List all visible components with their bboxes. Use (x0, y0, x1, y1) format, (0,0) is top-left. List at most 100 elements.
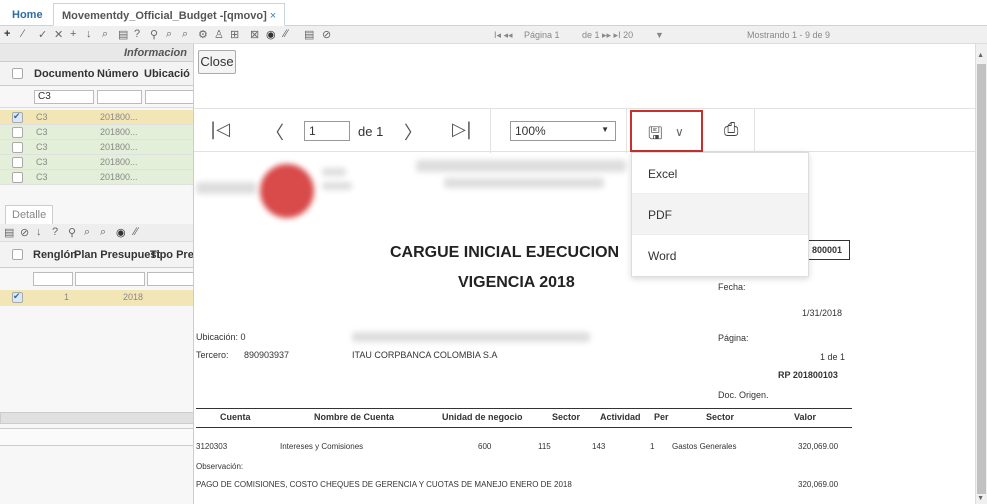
row-renglon: 1 (64, 292, 70, 302)
row-checkbox[interactable] (12, 142, 23, 153)
pager-first-prev[interactable]: I◂ ◂◂ (494, 30, 513, 41)
th-sector-2: Sector (706, 412, 735, 422)
download-icon[interactable]: ↓ (86, 28, 92, 40)
filter-renglon[interactable] (33, 272, 73, 286)
table-row[interactable]: C3 201800... (0, 110, 194, 125)
settings-icon[interactable]: ⚙ (198, 28, 208, 41)
scroll-up-icon[interactable]: ▲ (977, 52, 984, 59)
add-icon[interactable]: + (4, 28, 10, 40)
filter-documento[interactable]: C3 (34, 90, 94, 104)
col-plan-presupuesto[interactable]: Plan Presupuest (74, 249, 160, 261)
confirm-icon[interactable]: ✓ (38, 28, 47, 41)
block-icon[interactable]: ⊘ (20, 226, 29, 239)
edit-icon[interactable]: ∕ (22, 28, 24, 40)
block-icon[interactable]: ⊘ (322, 28, 331, 41)
ubicacion-label: Ubicación: 0 (196, 332, 246, 342)
page-number-input[interactable]: 1 (304, 121, 350, 141)
scrollbar-thumb[interactable] (977, 64, 986, 494)
plus-circle-icon[interactable]: ◉ (266, 28, 276, 41)
grid-icon[interactable]: ▤ (4, 226, 14, 239)
row-checkbox[interactable] (12, 157, 23, 168)
close-button[interactable]: Close (198, 50, 236, 74)
save-icon: 🖫 (648, 124, 663, 144)
left-grid-pane: Informacion Documento Número Ubicació C3… (0, 44, 194, 504)
mail-icon[interactable]: ⊠ (250, 28, 259, 41)
horizontal-scrollbar[interactable] (0, 412, 194, 424)
table-row[interactable]: C3 201800... (0, 170, 194, 185)
pin-icon[interactable]: ⊞ (230, 28, 239, 41)
row-checkbox[interactable] (12, 111, 23, 123)
filter-ubicacion[interactable] (145, 90, 194, 104)
filter-tipo[interactable] (147, 272, 194, 286)
print-icon[interactable]: ⎙ (724, 119, 738, 140)
pager-of-next-last[interactable]: de 1 ▸▸ ▸I 20 (582, 30, 633, 41)
row-valor: 320,069.00 (798, 442, 839, 451)
th-unidad-negocio: Unidad de negocio (442, 412, 523, 422)
row-sector: 115 (538, 442, 551, 451)
search-icon[interactable]: ⌕ (102, 28, 108, 41)
row-checkbox[interactable] (12, 291, 23, 303)
col-tipo[interactable]: Tipo Pre (150, 249, 194, 261)
grid-icon[interactable]: ▤ (304, 28, 314, 41)
col-renglon[interactable]: Renglón (33, 249, 77, 261)
toolbar-divider (490, 109, 491, 153)
menu-item-excel[interactable]: Excel (632, 153, 808, 194)
table-row[interactable]: C3 201800... (0, 155, 194, 170)
export-button[interactable]: 🖫 ∨ (630, 110, 703, 152)
row-checkbox[interactable] (12, 172, 23, 183)
user-icon[interactable]: ♙ (214, 28, 224, 41)
report-subtitle: VIGENCIA 2018 (458, 274, 575, 291)
tab-bar: Home Movementdy_Official_Budget -[qmovo]… (0, 0, 987, 26)
tab-home[interactable]: Home (4, 3, 51, 26)
export-menu: Excel PDF Word (631, 152, 809, 277)
col-documento[interactable]: Documento (34, 68, 95, 80)
print-icon[interactable]: ▤ (118, 28, 128, 41)
row-numero: 201800... (100, 172, 138, 182)
select-all-checkbox[interactable] (12, 249, 23, 260)
th-nombre-cuenta: Nombre de Cuenta (314, 412, 395, 422)
filter-plan[interactable] (75, 272, 145, 286)
filter-icon[interactable]: ⚲ (68, 226, 76, 239)
search-icon[interactable]: ⌕ (84, 226, 90, 239)
search-clear-icon[interactable]: ⌕ (182, 28, 188, 41)
tab-movement-budget[interactable]: Movementdy_Official_Budget -[qmovo] × (53, 3, 286, 26)
table-row[interactable]: C3 201800... (0, 125, 194, 140)
menu-item-pdf[interactable]: PDF (632, 194, 808, 235)
filter-numero[interactable] (97, 90, 142, 104)
detail-column-header: Renglón Plan Presupuest Tipo Pre (0, 242, 194, 268)
chart-icon[interactable]: ∕∕ (134, 226, 138, 238)
plus-circle-icon[interactable]: ◉ (116, 226, 126, 239)
help-icon[interactable]: ? (134, 28, 140, 40)
download-icon[interactable]: ↓ (36, 226, 42, 238)
col-ubicacion[interactable]: Ubicació (144, 68, 190, 80)
col-numero[interactable]: Número (97, 68, 139, 80)
table-row[interactable]: 1 2018 (0, 290, 194, 306)
blurred-text (322, 182, 352, 190)
next-page-icon[interactable]: 〉 (404, 119, 422, 145)
scroll-down-icon[interactable]: ▼ (977, 495, 984, 502)
pager-size-dropdown[interactable]: ▼ (655, 30, 664, 40)
first-page-icon[interactable]: |◁ (210, 119, 230, 140)
row-numero: 201800... (100, 112, 138, 122)
fecha-value: 1/31/2018 (802, 308, 843, 318)
function-icon[interactable]: + (70, 28, 76, 40)
tab-detalle[interactable]: Detalle (5, 205, 54, 225)
zoom-select[interactable]: 100% ▼ (510, 121, 616, 141)
table-row[interactable]: C3 201800... (0, 140, 194, 155)
search-advanced-icon[interactable]: ⌕ (166, 28, 172, 41)
prev-page-icon[interactable]: 〈 (266, 119, 284, 145)
row-checkbox[interactable] (12, 127, 23, 138)
chart-icon[interactable]: ∕∕ (284, 28, 288, 40)
close-tab-icon[interactable]: × (270, 10, 276, 22)
menu-item-word[interactable]: Word (632, 235, 808, 276)
select-all-checkbox[interactable] (12, 68, 23, 79)
last-page-icon[interactable]: ▷| (452, 119, 472, 140)
help-icon[interactable]: ? (52, 226, 58, 238)
vertical-scrollbar[interactable]: ▲ ▼ (975, 44, 987, 504)
search-clear-icon[interactable]: ⌕ (100, 226, 106, 239)
rp-number: RP 201800103 (778, 370, 838, 380)
filter-icon[interactable]: ⚲ (150, 28, 158, 41)
cancel-icon[interactable]: ✕ (54, 28, 63, 41)
tercero-id: 890903937 (244, 350, 290, 360)
doc-origen-label: Doc. Origen. (718, 390, 769, 400)
